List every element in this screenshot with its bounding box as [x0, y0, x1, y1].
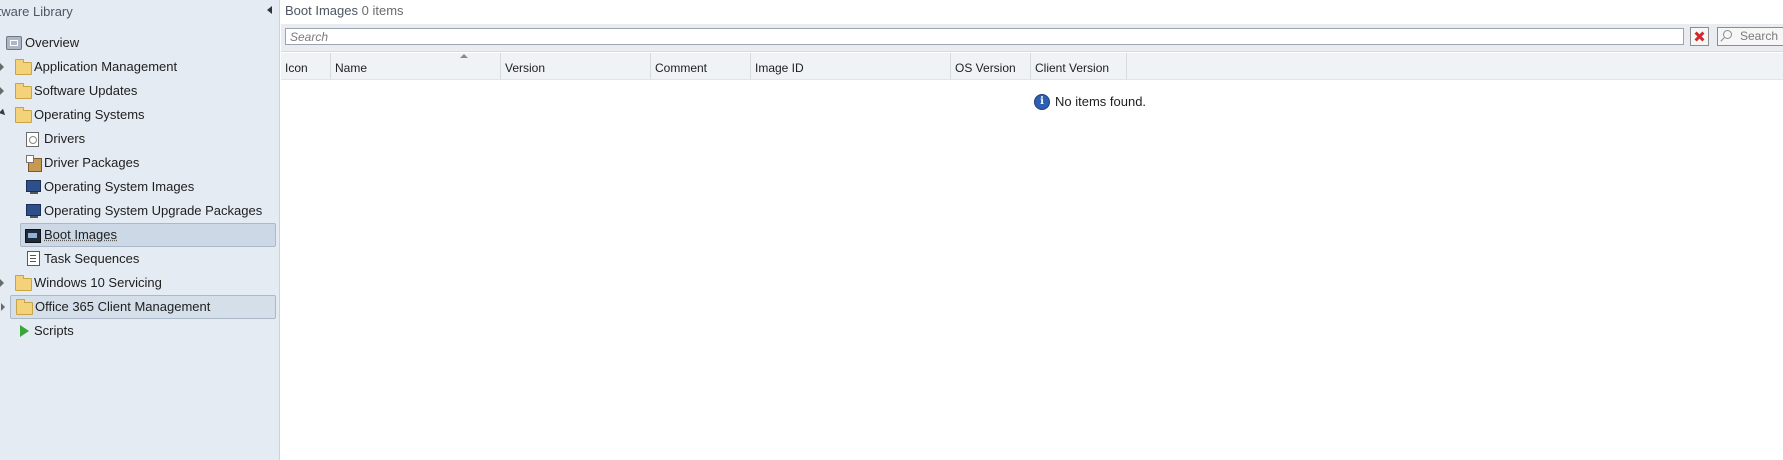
tree-item-label: Application Management [34, 59, 178, 74]
tree-item-label: Drivers [44, 131, 86, 146]
column-header-image-id[interactable]: Image ID [751, 53, 951, 79]
task-sequence-icon [27, 251, 40, 266]
tree-item-task-sequences[interactable]: Task Sequences [20, 248, 274, 270]
tree-item-label: Operating Systems [34, 107, 145, 122]
page-title-text: Boot Images [285, 3, 358, 18]
tree-item-label: Boot Images [44, 227, 117, 242]
collapse-pane-button[interactable] [267, 6, 272, 14]
column-header-version[interactable]: Version [501, 53, 651, 79]
folder-icon [15, 59, 32, 75]
tree-item-application-management[interactable]: Application Management [0, 56, 274, 78]
search-button-label: Search [1740, 29, 1779, 43]
tree-item-operating-system-images[interactable]: Operating System Images [20, 176, 274, 198]
tree-item-label: Office 365 Client Management [35, 299, 211, 314]
tree-item-overview[interactable]: Overview [4, 32, 274, 54]
column-header-name-label: Name [335, 61, 368, 75]
tree-item-label: Scripts [34, 323, 74, 338]
search-icon [1723, 30, 1732, 39]
tree-item-driver-packages[interactable]: Driver Packages [20, 152, 274, 174]
tree-item-scripts[interactable]: Scripts [0, 320, 274, 342]
item-count: 0 items [361, 3, 404, 18]
upgrade-package-icon [26, 204, 41, 218]
search-bar: Search [281, 24, 1783, 52]
tree-item-os-upgrade-packages[interactable]: Operating System Upgrade Packages [20, 200, 274, 222]
folder-icon [15, 83, 32, 99]
tree-item-label: Overview [25, 35, 80, 50]
tree-item-operating-systems[interactable]: Operating Systems [0, 104, 274, 126]
page-title: Boot Images 0 items [285, 3, 404, 18]
folder-icon [16, 299, 33, 315]
tree-item-label: Software Updates [34, 83, 138, 98]
tree-item-software-updates[interactable]: Software Updates [0, 80, 274, 102]
boot-image-icon [25, 229, 41, 243]
tree-item-label: Task Sequences [44, 251, 140, 266]
driver-icon [26, 132, 39, 147]
column-header-os-version[interactable]: OS Version [951, 53, 1031, 79]
tree-item-label: Driver Packages [44, 155, 140, 170]
navigation-pane: ftware Library Overview Application Mana… [0, 0, 280, 460]
tree-item-boot-images[interactable]: Boot Images [20, 223, 276, 247]
column-header-name[interactable]: Name [331, 53, 501, 79]
expand-arrow-icon[interactable] [0, 63, 4, 71]
column-header-row: Icon Name Version Comment Image ID OS Ve… [281, 53, 1783, 80]
tree-item-label: Operating System Images [44, 179, 195, 194]
search-input[interactable] [285, 28, 1684, 45]
results-pane: Boot Images 0 items Search Icon Name Ver… [281, 0, 1783, 460]
overview-icon [6, 36, 22, 50]
column-header-client-version[interactable]: Client Version [1031, 53, 1127, 79]
info-icon: i [1034, 94, 1050, 110]
clear-search-button[interactable] [1690, 27, 1709, 46]
search-button[interactable]: Search [1717, 27, 1783, 46]
collapse-arrow-icon[interactable] [0, 108, 8, 118]
folder-icon [15, 275, 32, 291]
column-header-comment[interactable]: Comment [651, 53, 751, 79]
os-image-icon [26, 180, 41, 194]
tree-item-office-365-client-management[interactable]: Office 365 Client Management [1, 295, 276, 319]
column-header-icon[interactable]: Icon [281, 53, 331, 79]
workspace-header: ftware Library [0, 4, 73, 19]
expand-arrow-icon[interactable] [0, 279, 4, 287]
tree-item-label: Windows 10 Servicing [34, 275, 162, 290]
expand-arrow-icon[interactable] [0, 87, 4, 95]
play-icon [20, 325, 29, 337]
tree-item-drivers[interactable]: Drivers [20, 128, 274, 150]
sort-ascending-icon [460, 54, 468, 58]
empty-message: No items found. [1055, 94, 1147, 109]
tree-item-windows-10-servicing[interactable]: Windows 10 Servicing [0, 272, 274, 294]
expand-arrow-icon[interactable] [1, 303, 5, 311]
folder-icon [15, 107, 32, 123]
package-icon [26, 155, 42, 172]
tree-item-label: Operating System Upgrade Packages [44, 203, 263, 218]
